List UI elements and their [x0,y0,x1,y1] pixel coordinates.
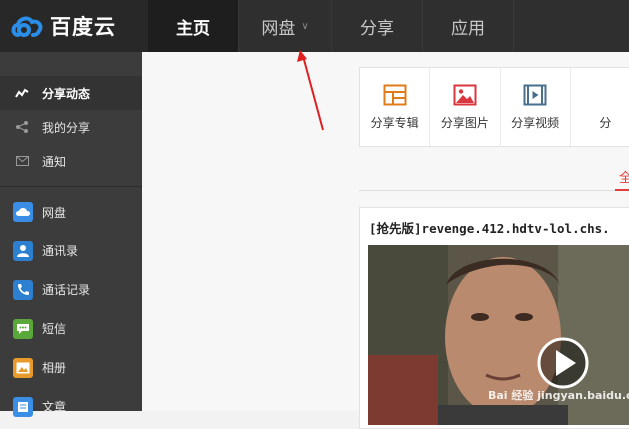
sidebar-item-article[interactable]: 文章 [0,387,142,426]
sidebar-item-contacts[interactable]: 通讯录 [0,231,142,270]
sidebar-item-sms[interactable]: 短信 [0,309,142,348]
sidebar-item-netdisk[interactable]: 网盘 [0,193,142,231]
album-share-icon [383,84,407,105]
chevron-down-icon: ∨ [301,20,309,32]
sms-icon [13,318,33,339]
nav-home[interactable]: 主页 [148,0,239,52]
nav-apps[interactable]: 应用 [423,0,514,52]
sidebar-item-album[interactable]: 相册 [0,348,142,387]
sidebar-item-my-share[interactable]: 我的分享 [0,110,142,144]
top-bar: 百度云 主页 网盘 ∨ 分享 应用 [0,0,629,52]
sidebar-item-call-log[interactable]: 通话记录 [0,270,142,309]
article-icon [13,396,33,417]
sidebar-item-notifications[interactable]: 通知 [0,144,142,178]
share-album-button[interactable]: 分享专辑 [360,68,431,146]
cloud-logo-icon [11,16,43,37]
sidebar-item-share-feed[interactable]: 分享动态 [0,76,142,110]
activity-icon [14,85,30,101]
share-more-button[interactable]: 分 [571,68,629,146]
brand-name: 百度云 [50,15,116,39]
mail-icon [14,153,30,169]
share-icon [14,119,30,135]
cloud-icon [13,202,33,222]
red-annotation-arrow [297,50,324,131]
share-video-button[interactable]: 分享视频 [501,68,571,146]
album-icon [13,357,33,378]
post-title[interactable]: [抢先版]revenge.412.hdtv-lol.chs. [369,218,610,237]
call-log-icon [13,279,33,300]
feed-post: [抢先版]revenge.412.hdtv-lol.chs. Bai 经验 ji… [359,207,629,429]
sidebar: 分享动态 我的分享 通知 网盘 通讯录 通话记录 短信 相册 文章 [0,52,142,417]
nav-share[interactable]: 分享 [332,0,423,52]
watermark: Bai 经验 jingyan.baidu.com [488,389,629,402]
main-nav: 主页 网盘 ∨ 分享 应用 [148,0,514,52]
share-shortcuts: 分享专辑 分享图片 分享视频 分 [359,67,629,147]
share-image-button[interactable]: 分享图片 [430,68,501,146]
video-icon [523,84,547,105]
contacts-icon [13,240,33,261]
main-content: 分享专辑 分享图片 分享视频 分 全 [抢先版]revenge.412.hdtv… [142,52,629,429]
image-icon [453,84,477,105]
more-icon [593,84,617,106]
tab-active-underline [615,189,629,191]
video-thumbnail[interactable]: Bai 经验 jingyan.baidu.com [368,245,629,425]
tab-divider [359,190,629,191]
brand-logo[interactable]: 百度云 [0,0,148,52]
sidebar-divider [0,186,142,187]
nav-netdisk[interactable]: 网盘 ∨ [239,0,332,52]
tab-all[interactable]: 全 [619,167,629,186]
